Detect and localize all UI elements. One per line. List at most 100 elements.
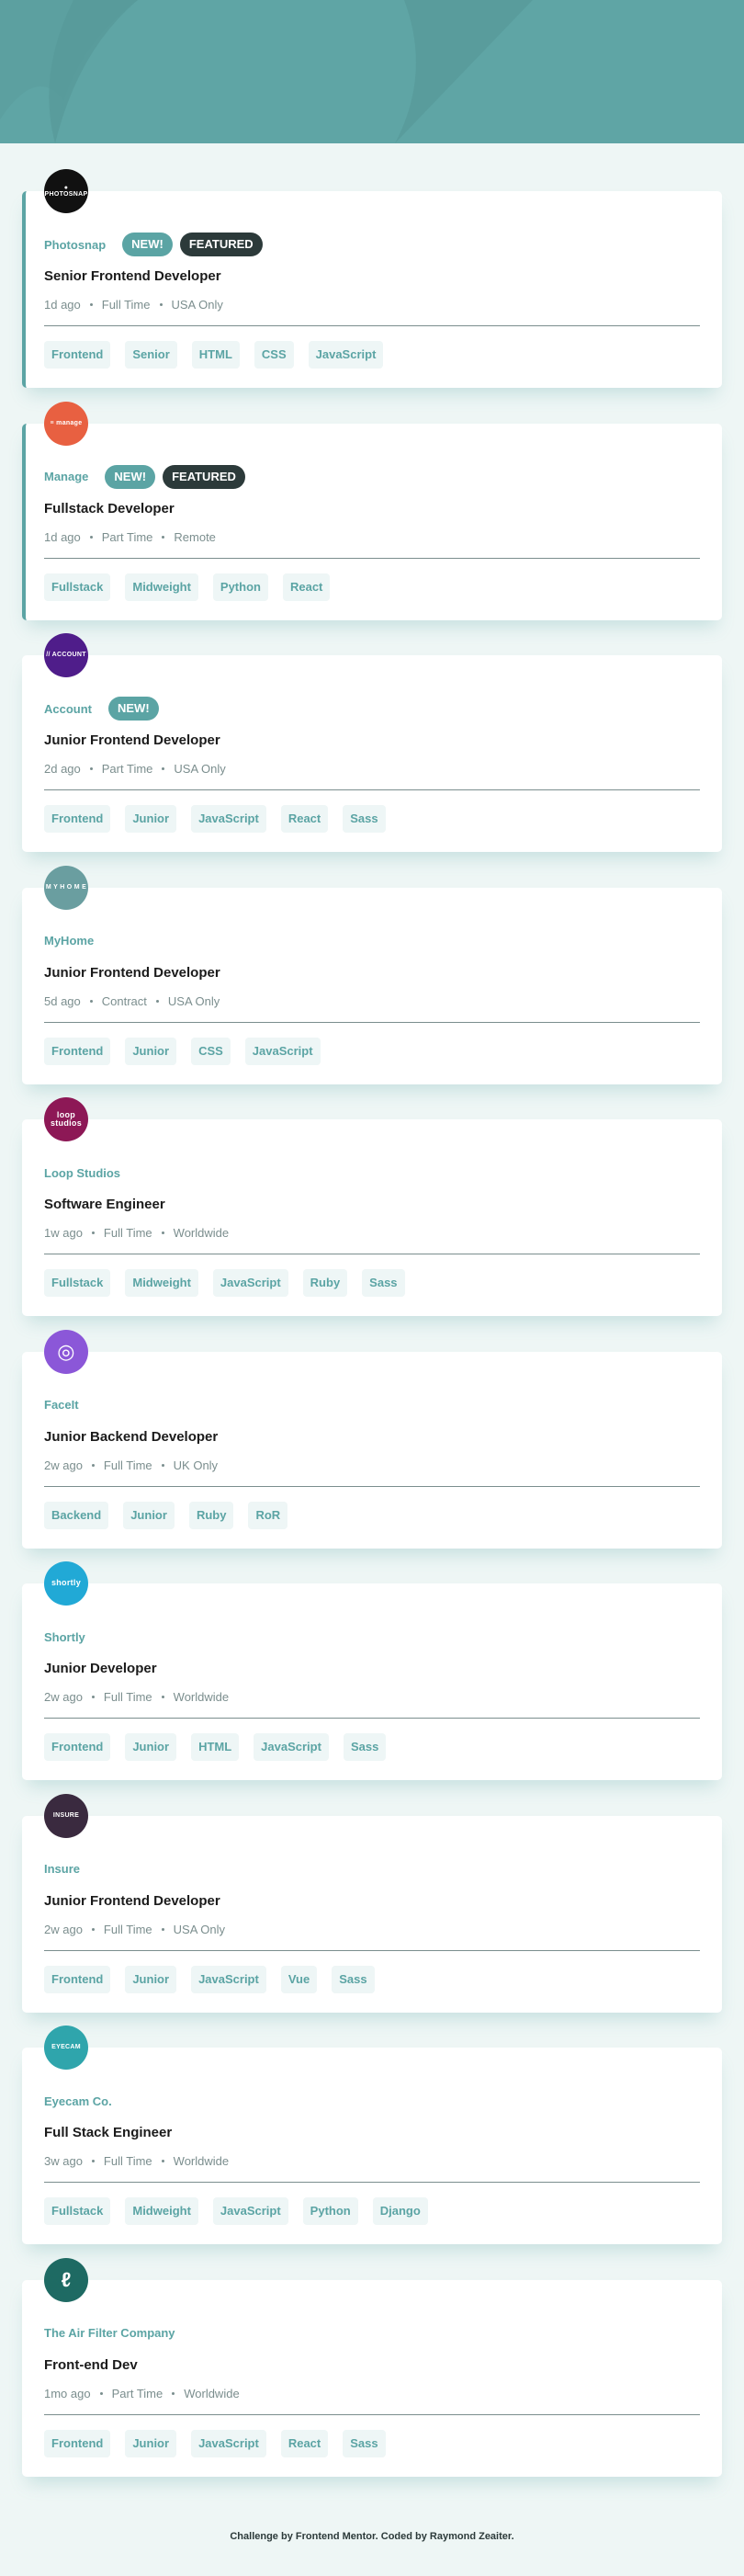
filter-tag-button[interactable]: Sass: [362, 1269, 405, 1297]
job-position-link[interactable]: Junior Frontend Developer: [44, 1893, 220, 1909]
filter-tag-button[interactable]: Fullstack: [44, 573, 111, 601]
job-position-link[interactable]: Front-end Dev: [44, 2357, 138, 2373]
filter-tag-button[interactable]: Sass: [332, 1965, 375, 1993]
filter-tag-button[interactable]: React: [280, 805, 329, 833]
filter-tag-button[interactable]: Sass: [343, 2429, 386, 2457]
separator-dot-icon: [89, 535, 93, 539]
job-position-link[interactable]: Full Stack Engineer: [44, 2125, 172, 2140]
filter-tag-button[interactable]: React: [282, 573, 331, 601]
filter-tag-button[interactable]: Junior: [125, 2429, 177, 2457]
filter-tag-button[interactable]: Fullstack: [44, 2197, 111, 2225]
job-meta: 2w ago Full Time USA Only: [44, 1923, 225, 1936]
filter-tag-button[interactable]: Backend: [44, 1501, 109, 1529]
job-contract: Part Time: [111, 2386, 163, 2400]
job-location: USA Only: [174, 762, 226, 776]
filter-tag-button[interactable]: Sass: [343, 805, 386, 833]
job-location: UK Only: [173, 1458, 219, 1472]
filter-tag-button[interactable]: Frontend: [44, 2429, 111, 2457]
filter-tag-button[interactable]: Vue: [280, 1965, 318, 1993]
job-meta: 3w ago Full Time Worldwide: [44, 2154, 229, 2168]
filter-tag-button[interactable]: JavaScript: [308, 341, 384, 369]
filter-tag-button[interactable]: Midweight: [125, 1269, 198, 1297]
company-name: The Air Filter Company: [44, 2326, 175, 2340]
filter-tag-button[interactable]: Fullstack: [44, 1269, 111, 1297]
job-position-link[interactable]: Software Engineer: [44, 1197, 165, 1212]
filter-tag-button[interactable]: CSS: [191, 1037, 231, 1065]
job-card[interactable]: M Y H O M E MyHome Junior Frontend Develop…: [22, 865, 722, 1084]
job-posted: 2w ago: [44, 1458, 83, 1472]
filter-tag-button[interactable]: Frontend: [44, 341, 111, 369]
job-card[interactable]: loop studios Loop Studios Software Enginee…: [22, 1097, 722, 1316]
job-card[interactable]: ◎ FaceIt Junior Backend Developer 2w ago Ful…: [22, 1329, 722, 1549]
filter-tag-button[interactable]: JavaScript: [191, 2429, 266, 2457]
job-position-link[interactable]: Junior Frontend Developer: [44, 732, 220, 748]
job-position-link[interactable]: Senior Frontend Developer: [44, 268, 221, 284]
separator-dot-icon: [172, 2391, 175, 2395]
job-card[interactable]: shortly Shortly Junior Developer 2w ago Full…: [22, 1561, 722, 1780]
job-contract: Full Time: [101, 298, 151, 312]
filter-tag-button[interactable]: Ruby: [188, 1501, 234, 1529]
job-card[interactable]: INSURE Insure Junior Frontend Developer 2w …: [22, 1793, 722, 2013]
tag-list: Frontend Senior HTML CSS JavaScript: [44, 341, 398, 369]
job-card[interactable]: EYECAM Eyecam Co. Full Stack Engineer 3w ag…: [22, 2026, 722, 2244]
filter-tag-button[interactable]: Frontend: [44, 1965, 111, 1993]
separator-dot-icon: [161, 1231, 164, 1234]
job-card[interactable]: // ACCOUNT Account NEW! Junior Frontend Dev…: [22, 633, 722, 852]
card-divider: [44, 1949, 700, 1951]
filter-tag-button[interactable]: Midweight: [125, 573, 198, 601]
job-position-link[interactable]: Junior Developer: [44, 1661, 157, 1676]
filter-tag-button[interactable]: Sass: [343, 1733, 387, 1761]
filter-tag-button[interactable]: JavaScript: [191, 1965, 266, 1993]
job-contract: Full Time: [103, 2154, 152, 2168]
filter-tag-button[interactable]: Junior: [125, 805, 177, 833]
filter-tag-button[interactable]: Midweight: [125, 2197, 198, 2225]
filter-tag-button[interactable]: Python: [212, 573, 268, 601]
new-badge: NEW!: [105, 464, 156, 489]
filter-tag-button[interactable]: JavaScript: [212, 2197, 288, 2225]
filter-tag-button[interactable]: JavaScript: [191, 805, 266, 833]
filter-tag-button[interactable]: Django: [372, 2197, 428, 2225]
filter-tag-button[interactable]: Junior: [123, 1501, 175, 1529]
card-divider: [44, 2413, 700, 2415]
tag-list: Fullstack Midweight JavaScript Ruby Sass: [44, 1269, 420, 1297]
job-position-link[interactable]: Junior Frontend Developer: [44, 965, 220, 981]
job-location: Worldwide: [173, 1226, 230, 1240]
job-card[interactable]: ℓ The Air Filter Company Front-end Dev 1mo …: [22, 2257, 722, 2477]
card-divider: [44, 1021, 700, 1023]
job-location: Worldwide: [173, 2154, 230, 2168]
job-card[interactable]: ● PHOTOSNAP Photosnap NEW! FEATURED Senior F…: [22, 169, 722, 388]
job-location: Worldwide: [184, 2386, 240, 2400]
filter-tag-button[interactable]: Ruby: [302, 1269, 348, 1297]
separator-dot-icon: [162, 535, 165, 539]
job-position-link[interactable]: Fullstack Developer: [44, 501, 175, 516]
new-badge: NEW!: [122, 233, 173, 256]
filter-tag-button[interactable]: JavaScript: [254, 1733, 329, 1761]
job-posted: 2w ago: [44, 1922, 83, 1936]
filter-tag-button[interactable]: React: [280, 2429, 329, 2457]
job-location: USA Only: [167, 993, 220, 1008]
job-position-link[interactable]: Junior Backend Developer: [44, 1429, 218, 1445]
filter-tag-button[interactable]: Junior: [125, 1037, 177, 1065]
filter-tag-button[interactable]: Senior: [125, 341, 177, 369]
filter-tag-button[interactable]: JavaScript: [212, 1269, 288, 1297]
tag-list: Backend Junior Ruby RoR: [44, 1501, 302, 1529]
filter-tag-button[interactable]: Python: [302, 2197, 358, 2225]
featured-badge: FEATURED: [179, 233, 263, 256]
job-meta: 1mo ago Part Time Worldwide: [44, 2387, 240, 2400]
filter-tag-button[interactable]: HTML: [191, 341, 240, 369]
filter-tag-button[interactable]: RoR: [248, 1501, 288, 1529]
filter-tag-button[interactable]: Junior: [125, 1965, 177, 1993]
tag-list: Frontend Junior CSS JavaScript: [44, 1037, 335, 1065]
filter-tag-button[interactable]: Frontend: [44, 1037, 111, 1065]
company-name: Photosnap: [44, 237, 107, 252]
separator-dot-icon: [91, 1231, 95, 1234]
job-posted: 2w ago: [44, 1690, 83, 1704]
job-card[interactable]: ≡ manage Manage NEW! FEATURED Fullstack Deve…: [22, 401, 722, 620]
filter-tag-button[interactable]: Junior: [125, 1733, 177, 1761]
filter-tag-button[interactable]: Frontend: [44, 1733, 111, 1761]
tag-list: Fullstack Midweight JavaScript Python Django: [44, 2197, 443, 2225]
filter-tag-button[interactable]: HTML: [191, 1733, 240, 1761]
filter-tag-button[interactable]: Frontend: [44, 805, 111, 833]
filter-tag-button[interactable]: JavaScript: [244, 1037, 321, 1065]
filter-tag-button[interactable]: CSS: [254, 341, 294, 369]
